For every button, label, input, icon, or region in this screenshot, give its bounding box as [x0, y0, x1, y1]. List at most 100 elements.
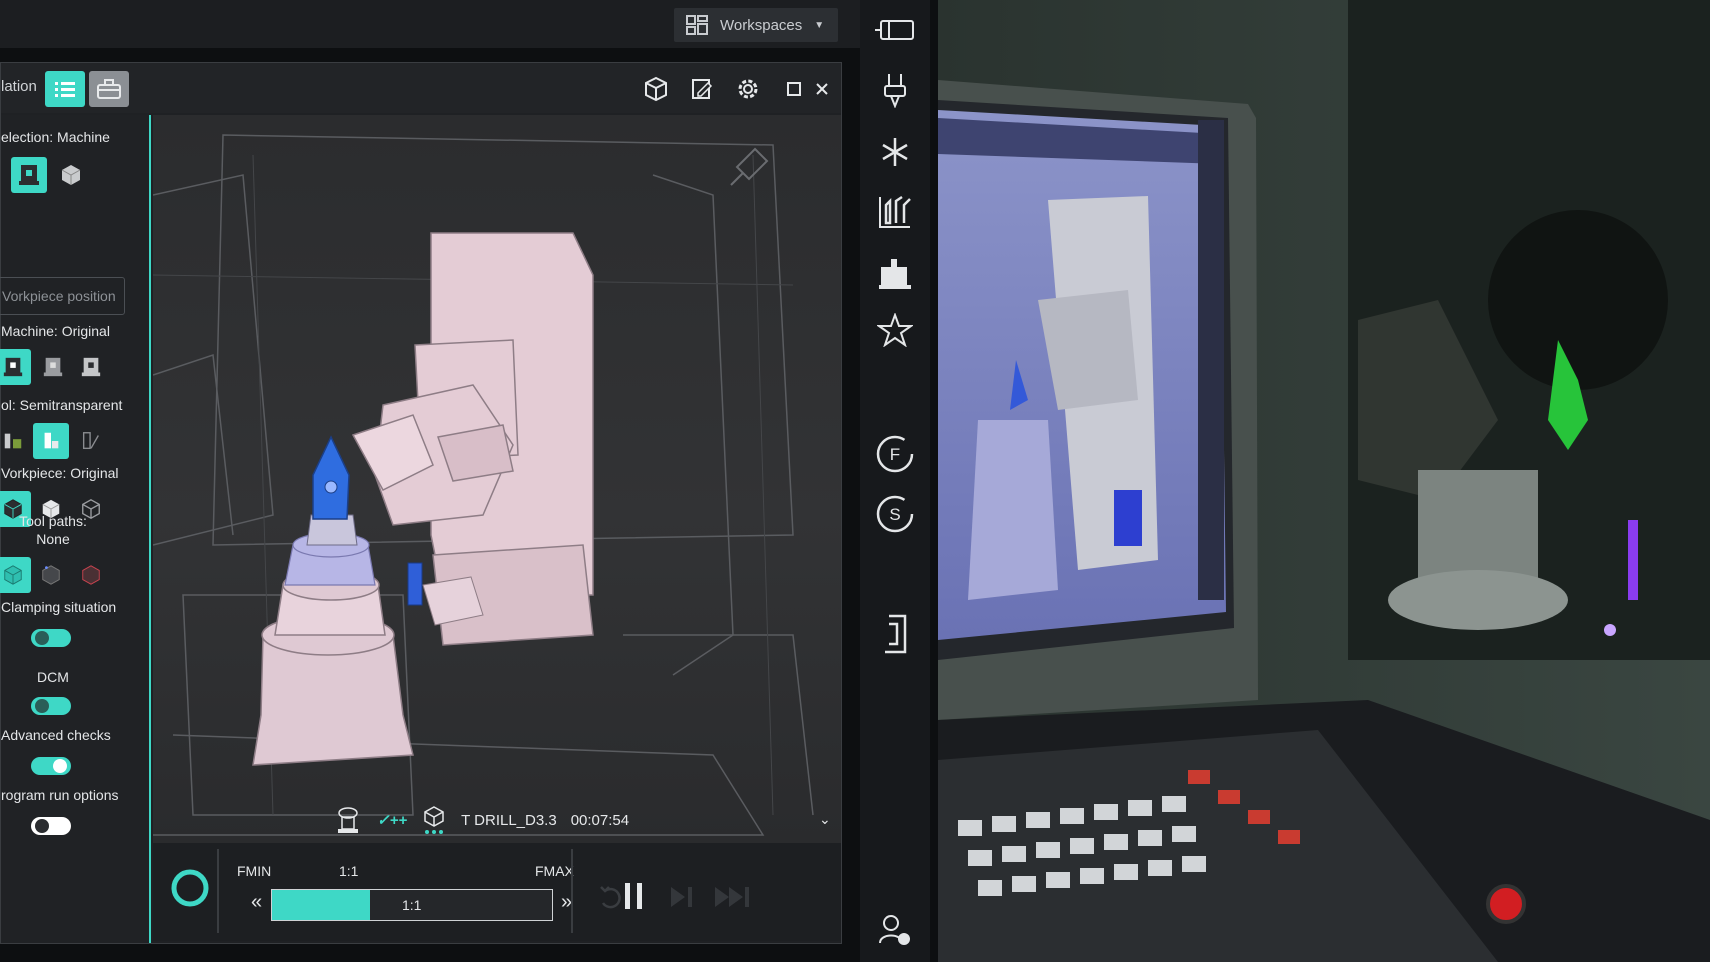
machine-button[interactable] — [875, 254, 915, 294]
edit-note-icon — [692, 79, 713, 99]
machine-wireframe-button[interactable] — [73, 349, 109, 385]
user-icon — [879, 915, 910, 945]
pin-icon[interactable] — [730, 147, 769, 186]
maximize-button[interactable] — [779, 75, 809, 103]
cube-view-icon — [645, 76, 667, 102]
workpiece-position-button[interactable]: Vorkpiece position — [0, 277, 125, 315]
advanced-checks-toggle[interactable] — [31, 757, 71, 775]
progress-ring-icon — [171, 869, 209, 907]
clamping-label: Clamping situation — [1, 599, 117, 615]
edit-note-button[interactable] — [687, 75, 717, 103]
machine-3d-model — [153, 134, 814, 836]
select-workpiece-button[interactable] — [53, 157, 89, 193]
workspaces-label: Workspaces — [720, 16, 803, 34]
simulation-status-bar: ✓++ T DRILL_D3.3 00:07:54 — [333, 805, 629, 835]
machine-icon — [43, 357, 63, 377]
spindle-override-icon: S — [876, 495, 914, 533]
selection-label: election: Machine — [1, 129, 110, 145]
skip-to-end-icon[interactable] — [713, 885, 753, 909]
window-panel-button[interactable] — [875, 10, 915, 50]
machine-view-icon — [338, 807, 358, 833]
workpiece-label: Vorkpiece: Original — [1, 465, 119, 481]
tool-icon — [44, 432, 59, 449]
spindle-override-button[interactable]: S — [875, 494, 915, 534]
program-run-label: rogram run options — [1, 787, 119, 803]
tool-name: T DRILL_D3.3 — [461, 811, 557, 829]
machine-icon — [81, 357, 101, 377]
feed-override-icon: F — [876, 435, 914, 473]
cube-icon — [82, 565, 100, 585]
pause-icon[interactable] — [623, 881, 645, 911]
feed-ratio-label: 1:1 — [339, 863, 359, 879]
machine-semitransparent-button[interactable] — [35, 349, 71, 385]
machine-photo-drawing — [938, 0, 1710, 962]
grid-layout-icon — [686, 15, 708, 35]
tool-label: ol: Semitransparent — [1, 397, 123, 413]
playback-control-bar: FMIN 1:1 FMAX « 1:1 » — [153, 843, 841, 941]
tool-table-button[interactable] — [875, 192, 915, 232]
step-forward-icon[interactable] — [669, 885, 695, 909]
fmax-label: FMAX — [535, 863, 574, 879]
window-panel-icon — [875, 20, 914, 40]
fmin-label: FMIN — [237, 863, 272, 879]
toolpaths-value: None — [36, 531, 70, 547]
cube-icon — [42, 565, 60, 585]
cube-view-button[interactable] — [641, 75, 671, 103]
toolbox-icon — [97, 79, 121, 99]
reset-icon[interactable] — [597, 885, 625, 911]
feed-slider[interactable]: 1:1 — [271, 889, 553, 921]
spindle-override-letter: S — [889, 505, 900, 524]
settings-button[interactable] — [733, 75, 763, 103]
run-time: 00:07:54 — [570, 811, 630, 829]
tool-holder-button[interactable] — [875, 70, 915, 110]
simulation-window: lation election: Machine Vorkpiece posit… — [0, 62, 842, 944]
clamping-toggle[interactable] — [31, 629, 71, 647]
toolpaths-label: Tool paths: — [19, 513, 87, 529]
chevron-down-icon: ▼ — [814, 19, 825, 31]
dcm-label: DCM — [37, 669, 69, 685]
simulation-options-panel: election: Machine Vorkpiece position Mac… — [0, 115, 151, 943]
star-icon — [877, 313, 913, 347]
tool-wireframe-button[interactable] — [73, 423, 109, 459]
right-sidebar: F S — [860, 0, 930, 962]
user-button[interactable] — [875, 910, 915, 950]
toolpaths-none-button[interactable] — [0, 557, 31, 593]
program-button[interactable] — [875, 614, 915, 654]
program-icon — [885, 614, 907, 654]
feed-slider-value: 1:1 — [402, 897, 422, 913]
cube-icon — [4, 565, 22, 585]
machine-original-button[interactable] — [0, 349, 31, 385]
feed-slider-fill — [272, 890, 370, 920]
feed-override-button[interactable]: F — [875, 434, 915, 474]
machine-icon — [3, 357, 23, 377]
close-button[interactable] — [807, 75, 837, 103]
expand-chevron-icon[interactable]: ⌄ — [819, 811, 831, 828]
divider — [217, 849, 219, 933]
favorites-button[interactable] — [875, 310, 915, 350]
checks-status: ✓++ — [377, 812, 408, 829]
program-run-toggle[interactable] — [31, 817, 71, 835]
list-view-button[interactable] — [45, 71, 85, 107]
window-title: lation — [1, 78, 37, 95]
simulation-title-bar: lation — [1, 63, 841, 113]
close-icon — [816, 83, 828, 95]
toolpaths-rapid-button[interactable] — [73, 557, 109, 593]
tool-semitransparent-button[interactable] — [33, 423, 69, 459]
workspaces-dropdown[interactable]: Workspaces ▼ — [674, 8, 838, 42]
machine-icon — [19, 165, 39, 185]
tool-icon — [82, 432, 99, 450]
machine-label: Machine: Original — [1, 323, 110, 339]
toolpaths-feed-button[interactable] — [33, 557, 69, 593]
dcm-toggle[interactable] — [31, 697, 71, 715]
select-machine-button[interactable] — [11, 157, 47, 193]
tool-original-button[interactable] — [0, 423, 31, 459]
slower-button[interactable]: « — [251, 891, 262, 914]
divider — [571, 849, 573, 933]
toolbox-button[interactable] — [89, 71, 129, 107]
simulation-viewport[interactable]: ✓++ T DRILL_D3.3 00:07:54 ⌄ — [153, 115, 841, 843]
advanced-checks-label: Advanced checks — [1, 727, 111, 743]
tool-holder-icon — [884, 74, 906, 108]
maximize-icon — [787, 82, 801, 96]
cube-dots-icon — [424, 806, 444, 834]
coolant-button[interactable] — [875, 132, 915, 172]
